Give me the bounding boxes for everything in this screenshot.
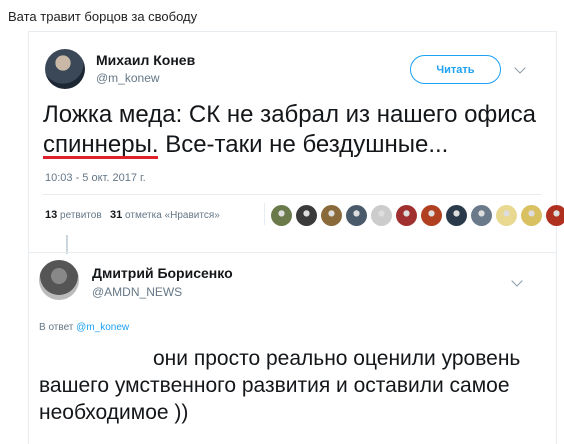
tweet-timestamp[interactable]: 10:03 - 5 окт. 2017 г. — [45, 172, 146, 184]
liker-avatar[interactable] — [496, 205, 517, 226]
liker-avatar[interactable] — [296, 205, 317, 226]
chevron-down-icon[interactable] — [511, 275, 523, 287]
likers-avatars — [271, 205, 564, 226]
tweet-text: Ложка меда: СК не забрал из нашего офиса… — [43, 101, 537, 158]
liker-avatar[interactable] — [421, 205, 442, 226]
author-handle[interactable]: @m_konew — [96, 71, 160, 85]
likes-label[interactable]: отметка «Нравится» — [125, 210, 220, 221]
red-underline-mark — [43, 156, 158, 159]
liker-avatar[interactable] — [371, 205, 392, 226]
reply-author-name[interactable]: Дмитрий Борисенко — [92, 265, 233, 281]
reply-author-avatar[interactable] — [39, 260, 79, 300]
divider — [43, 194, 541, 195]
retweets-label[interactable]: ретвитов — [60, 210, 102, 221]
liker-avatar[interactable] — [446, 205, 467, 226]
likes-count[interactable]: 31 — [110, 209, 122, 221]
page-caption: Вата травит борцов за свободу — [8, 9, 198, 24]
liker-avatar[interactable] — [346, 205, 367, 226]
reply-author-handle[interactable]: @AMDN_NEWS — [92, 285, 182, 299]
author-name[interactable]: Михаил Конев — [96, 52, 195, 68]
reply-text: они просто реально оценили уровень вашег… — [39, 345, 544, 426]
tweet-card: Михаил Конев @m_konew Читать Ложка меда:… — [28, 31, 564, 444]
liker-avatar[interactable] — [521, 205, 542, 226]
author-avatar[interactable] — [45, 49, 85, 89]
liker-avatar[interactable] — [321, 205, 342, 226]
reply-to-line: В ответ @m_konew — [39, 322, 129, 333]
liker-avatar[interactable] — [471, 205, 492, 226]
reply-divider — [29, 252, 556, 253]
liker-avatar[interactable] — [396, 205, 417, 226]
retweets-count[interactable]: 13 — [45, 209, 57, 221]
reply-to-link[interactable]: @m_konew — [76, 322, 129, 333]
reply-prefix: В ответ — [39, 322, 74, 333]
tweet-stats: 13 ретвитов 31 отметка «Нравится» — [45, 209, 220, 221]
chevron-down-icon[interactable] — [514, 62, 526, 74]
liker-avatar[interactable] — [271, 205, 292, 226]
stats-separator — [264, 203, 265, 225]
liker-avatar[interactable] — [546, 205, 564, 226]
reply-text-content: они просто реально оценили уровень вашег… — [39, 347, 521, 424]
follow-button[interactable]: Читать — [410, 55, 501, 84]
